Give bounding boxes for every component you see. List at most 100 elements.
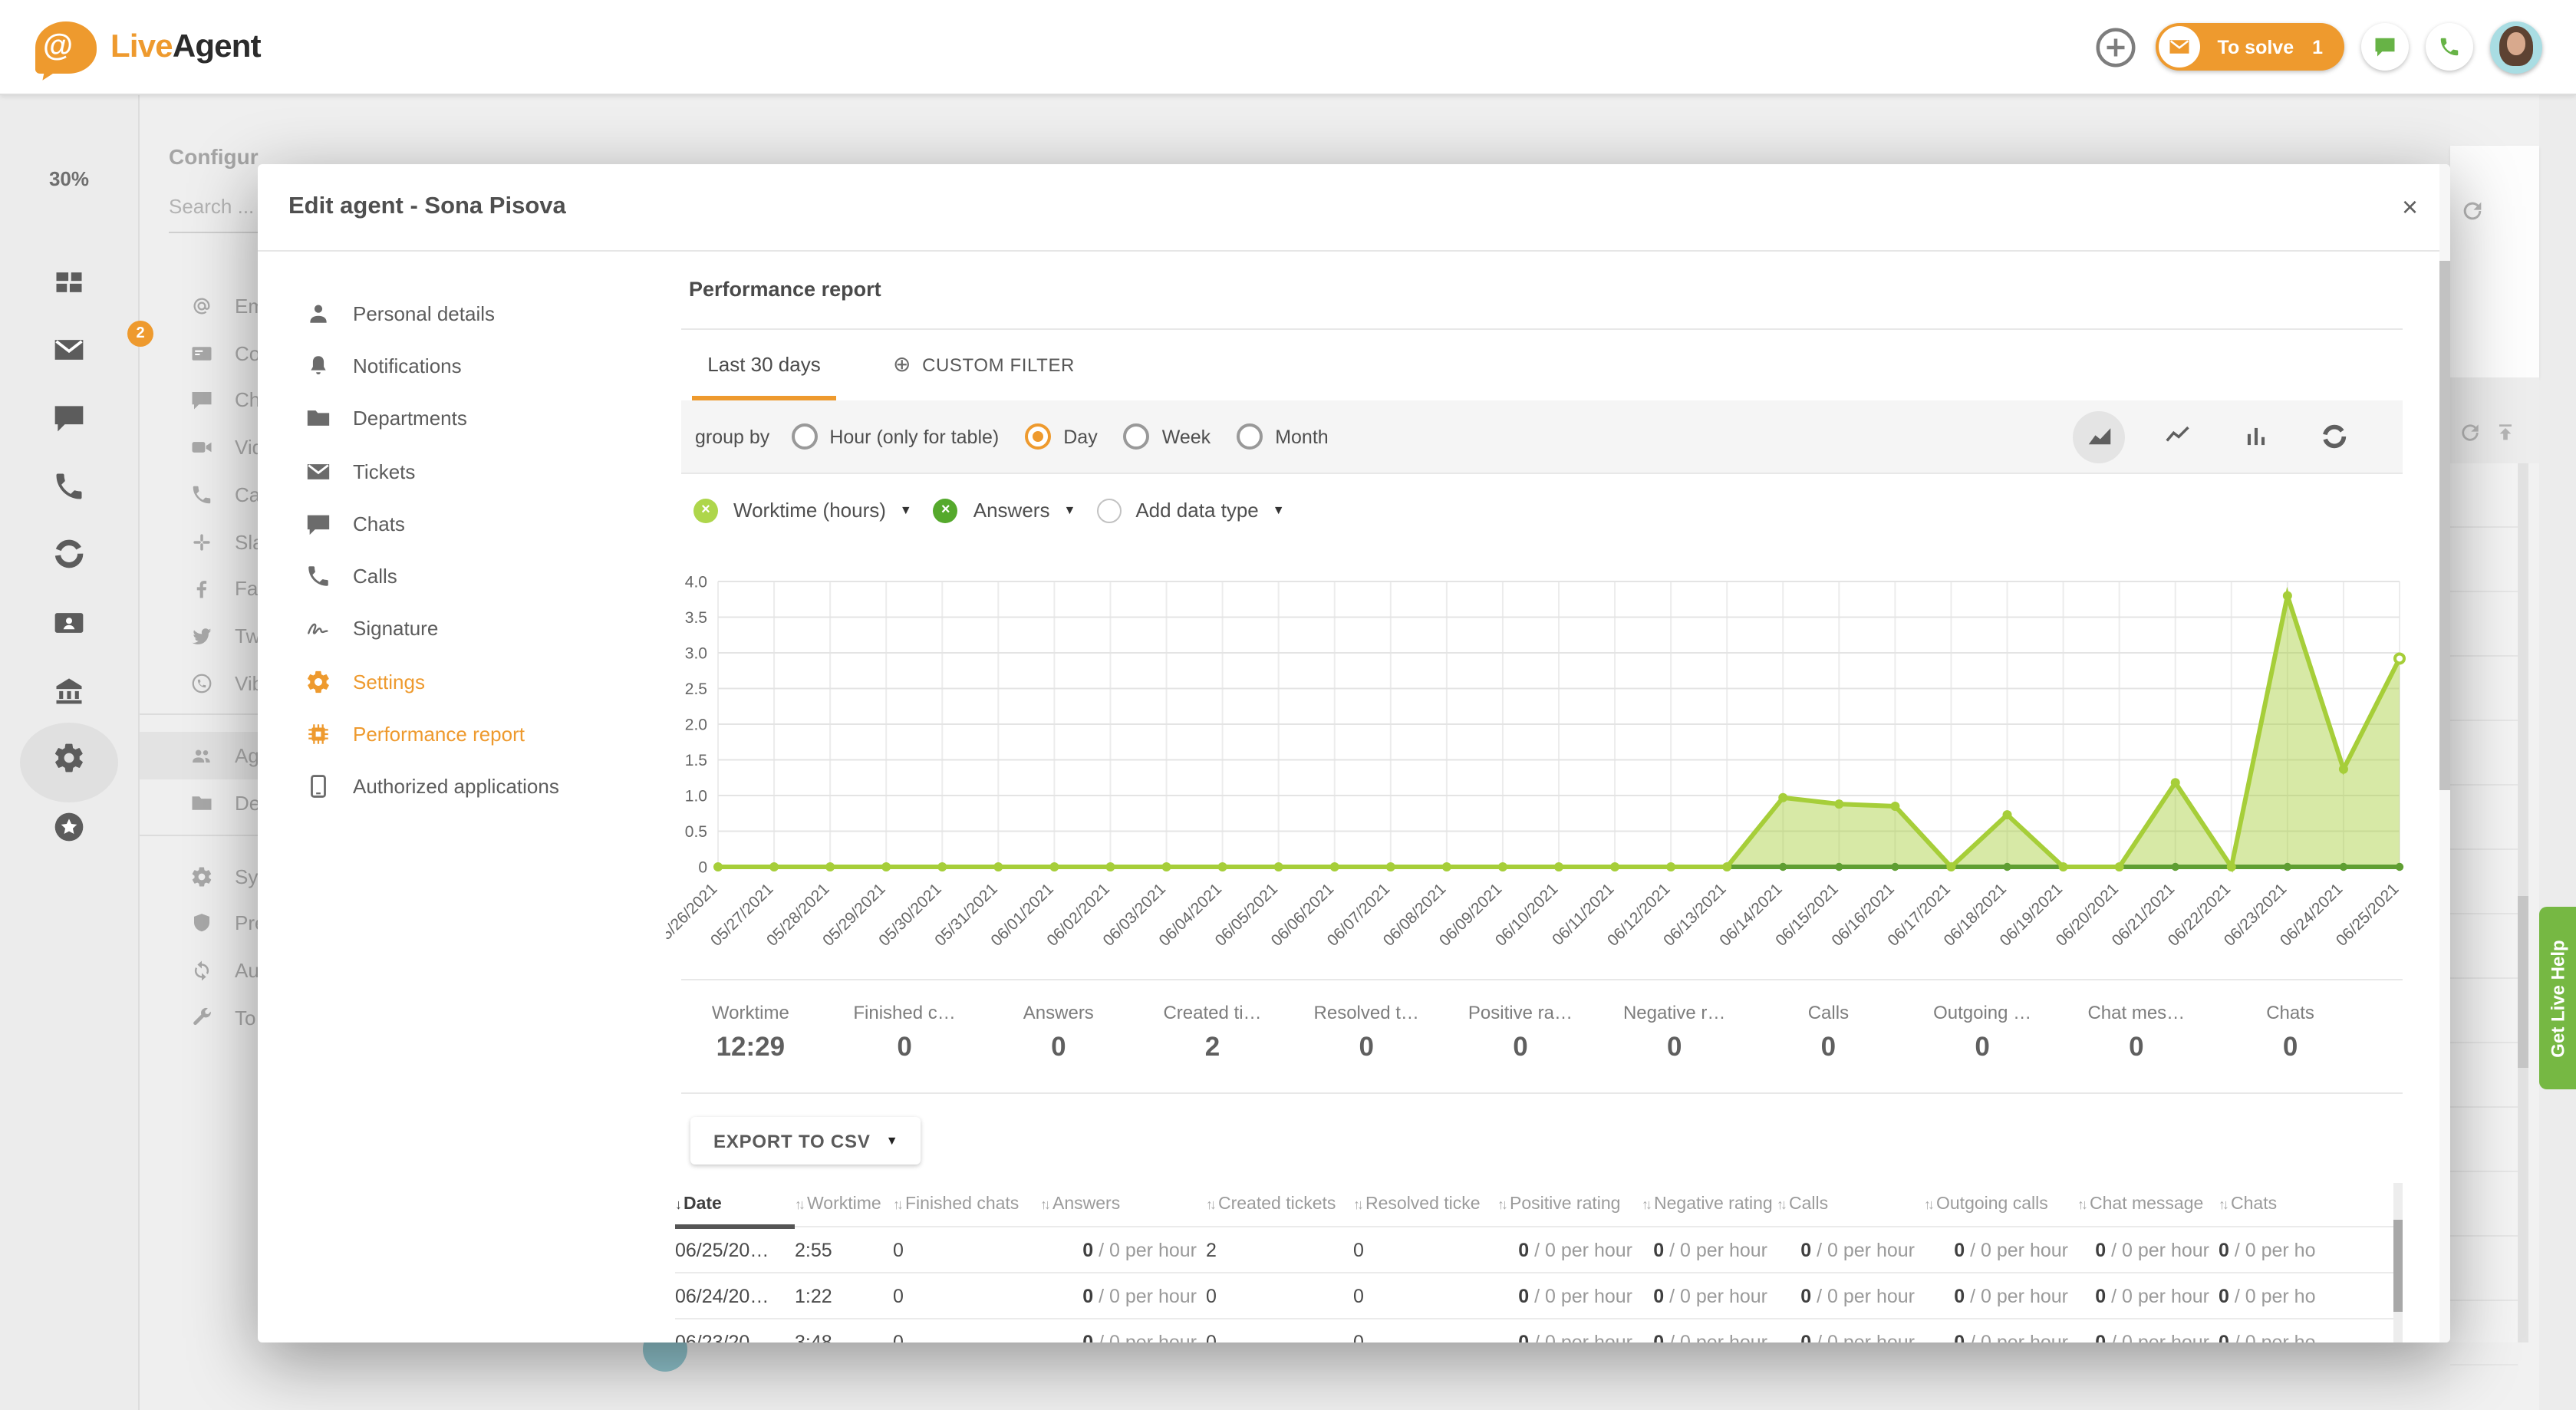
column-header-positive-rating[interactable]: ↑↓Positive rating (1497, 1195, 1642, 1214)
report-tabs: Last 30 days ⊕ CUSTOM FILTER (681, 328, 2403, 402)
rail-item-customers-card[interactable] (0, 592, 138, 660)
chat-bubble-icon (52, 401, 86, 435)
add-data-type[interactable]: Add data type▼ (1097, 498, 1284, 522)
upload-icon[interactable] (2493, 420, 2518, 445)
liveagent-logo[interactable]: @ LiveAgent (35, 21, 261, 73)
sorted-column-underline (675, 1224, 795, 1229)
menu-item-departments[interactable]: Departments (258, 392, 644, 445)
donut-chart-button[interactable] (2308, 410, 2360, 463)
column-header-finished-chats[interactable]: ↑↓Finished chats (893, 1195, 1040, 1214)
tools-wrench-icon (187, 1006, 215, 1029)
rail-item-settings-gear[interactable] (0, 729, 138, 796)
column-header-date[interactable]: ↓Date (675, 1195, 795, 1214)
background-content-strip (2450, 94, 2539, 1410)
tablet-icon (302, 774, 333, 800)
menu-item-performance-report[interactable]: Performance report (258, 708, 644, 761)
rail-item-dashboard[interactable] (0, 252, 138, 319)
group-by-toolbar: group by Hour (only for table)DayWeekMon… (681, 400, 2403, 474)
gear-icon (302, 668, 333, 694)
stat-created-ti: Created ti…2 (1135, 990, 1290, 1088)
sort-icon: ↑↓ (2219, 1197, 2226, 1212)
rail-item-phone[interactable] (0, 456, 138, 523)
menu-item-settings[interactable]: Settings (258, 655, 644, 708)
caret-down-icon: ▼ (1063, 503, 1076, 517)
radio-month[interactable]: Month (1237, 423, 1329, 450)
stat-chats: Chats0 (2213, 990, 2367, 1088)
menu-item-chats[interactable]: Chats (258, 497, 644, 550)
menu-item-tickets[interactable]: Tickets (258, 445, 644, 498)
svg-text:1.5: 1.5 (685, 752, 707, 769)
bar-chart-button[interactable] (2229, 410, 2281, 463)
to-solve-envelope-icon (2159, 26, 2201, 68)
chat-small-icon (187, 389, 215, 412)
user-avatar[interactable] (2490, 21, 2542, 73)
line-chart-icon (2163, 422, 2192, 451)
column-header-created-tickets[interactable]: ↑↓Created tickets (1206, 1195, 1353, 1214)
to-solve-label: To solve (2218, 36, 2294, 58)
column-header-worktime[interactable]: ↑↓Worktime (795, 1195, 893, 1214)
remove-chip-icon[interactable]: × (693, 498, 718, 522)
area-chart-button[interactable] (2073, 410, 2125, 463)
rail-item-tickets-envelope[interactable]: 2 (0, 320, 138, 387)
top-header: @ LiveAgent To solve 1 (0, 0, 2576, 95)
stat-outgoing: Outgoing …0 (1906, 990, 2060, 1088)
call-phone-icon (187, 483, 215, 506)
background-scrollbar-thumb[interactable] (2518, 896, 2528, 1068)
rail-item-reports-donut[interactable] (0, 524, 138, 591)
radio-hour-only-for-table[interactable]: Hour (only for table) (791, 423, 999, 450)
rail-item-star-circle[interactable] (0, 796, 138, 864)
sort-icon: ↑↓ (1206, 1197, 1214, 1212)
modal-scrollbar-thumb[interactable] (2439, 261, 2450, 790)
table-row[interactable]: 06/23/20…3:4800 / 0 per hour000 / 0 per … (675, 1318, 2403, 1342)
line-chart-button[interactable] (2151, 410, 2203, 463)
stat-worktime: Worktime12:29 (674, 990, 828, 1088)
remove-chip-icon[interactable]: × (934, 498, 958, 522)
column-header-calls[interactable]: ↑↓Calls (1777, 1195, 1924, 1214)
tab-custom-filter[interactable]: ⊕ CUSTOM FILTER (893, 328, 1075, 400)
get-live-help-tab[interactable]: Get Live Help (2539, 907, 2576, 1089)
to-solve-button[interactable]: To solve 1 (2156, 23, 2344, 71)
svg-text:4.0: 4.0 (685, 574, 707, 591)
chip-worktime-hours[interactable]: ×Worktime (hours)▼ (693, 498, 912, 522)
radio-day[interactable]: Day (1025, 423, 1097, 450)
svg-text:0: 0 (698, 859, 707, 877)
table-scrollbar-thumb[interactable] (2393, 1220, 2403, 1312)
unread-count-badge: 2 (127, 321, 153, 347)
menu-item-authorized-applications[interactable]: Authorized applications (258, 760, 644, 813)
phone-icon (2438, 35, 2461, 58)
menu-item-calls[interactable]: Calls (258, 550, 644, 603)
calls-button[interactable] (2426, 23, 2473, 71)
chip-answers[interactable]: ×Answers▼ (934, 498, 1076, 522)
rail-item-chat-bubble[interactable] (0, 388, 138, 456)
refresh-icon[interactable] (2459, 198, 2485, 224)
column-header-chat-message[interactable]: ↑↓Chat message (2077, 1195, 2219, 1214)
column-header-resolved-ticke[interactable]: ↑↓Resolved ticke (1353, 1195, 1497, 1214)
logo-bubble-icon: @ (35, 21, 97, 73)
chats-button[interactable] (2361, 23, 2409, 71)
tab-last-30-days[interactable]: Last 30 days (692, 328, 836, 400)
export-to-csv-button[interactable]: EXPORT TO CSV ▼ (690, 1117, 921, 1165)
stat-chat-mes: Chat mes…0 (2059, 990, 2213, 1088)
rail-item-billing-bank[interactable] (0, 661, 138, 728)
get-live-help-label: Get Live Help (2547, 939, 2568, 1056)
table-row[interactable]: 06/24/20…1:2200 / 0 per hour000 / 0 per … (675, 1272, 2403, 1318)
envelope-icon (302, 458, 333, 484)
donut-chart-icon (2319, 422, 2348, 451)
table-row[interactable]: 06/25/20…2:5500 / 0 per hour200 / 0 per … (675, 1226, 2403, 1272)
add-new-icon[interactable] (2093, 24, 2140, 70)
app-viewport: @ LiveAgent To solve 1 (0, 0, 2576, 1410)
menu-item-personal-details[interactable]: Personal details (258, 287, 644, 340)
menu-item-notifications[interactable]: Notifications (258, 340, 644, 393)
menu-item-signature[interactable]: Signature (258, 603, 644, 656)
column-header-negative-rating[interactable]: ↑↓Negative rating (1642, 1195, 1777, 1214)
refresh-icon[interactable] (2458, 420, 2482, 445)
close-icon[interactable]: × (2402, 192, 2418, 224)
twitter-icon (187, 624, 215, 647)
column-header-outgoing-calls[interactable]: ↑↓Outgoing calls (1924, 1195, 2077, 1214)
signature-icon (302, 616, 333, 642)
sort-icon: ↑↓ (1642, 1197, 1649, 1212)
column-header-chats[interactable]: ↑↓Chats (2219, 1195, 2317, 1214)
sort-icon: ↑↓ (893, 1197, 901, 1212)
radio-week[interactable]: Week (1124, 423, 1211, 450)
column-header-answers[interactable]: ↑↓Answers (1040, 1195, 1206, 1214)
